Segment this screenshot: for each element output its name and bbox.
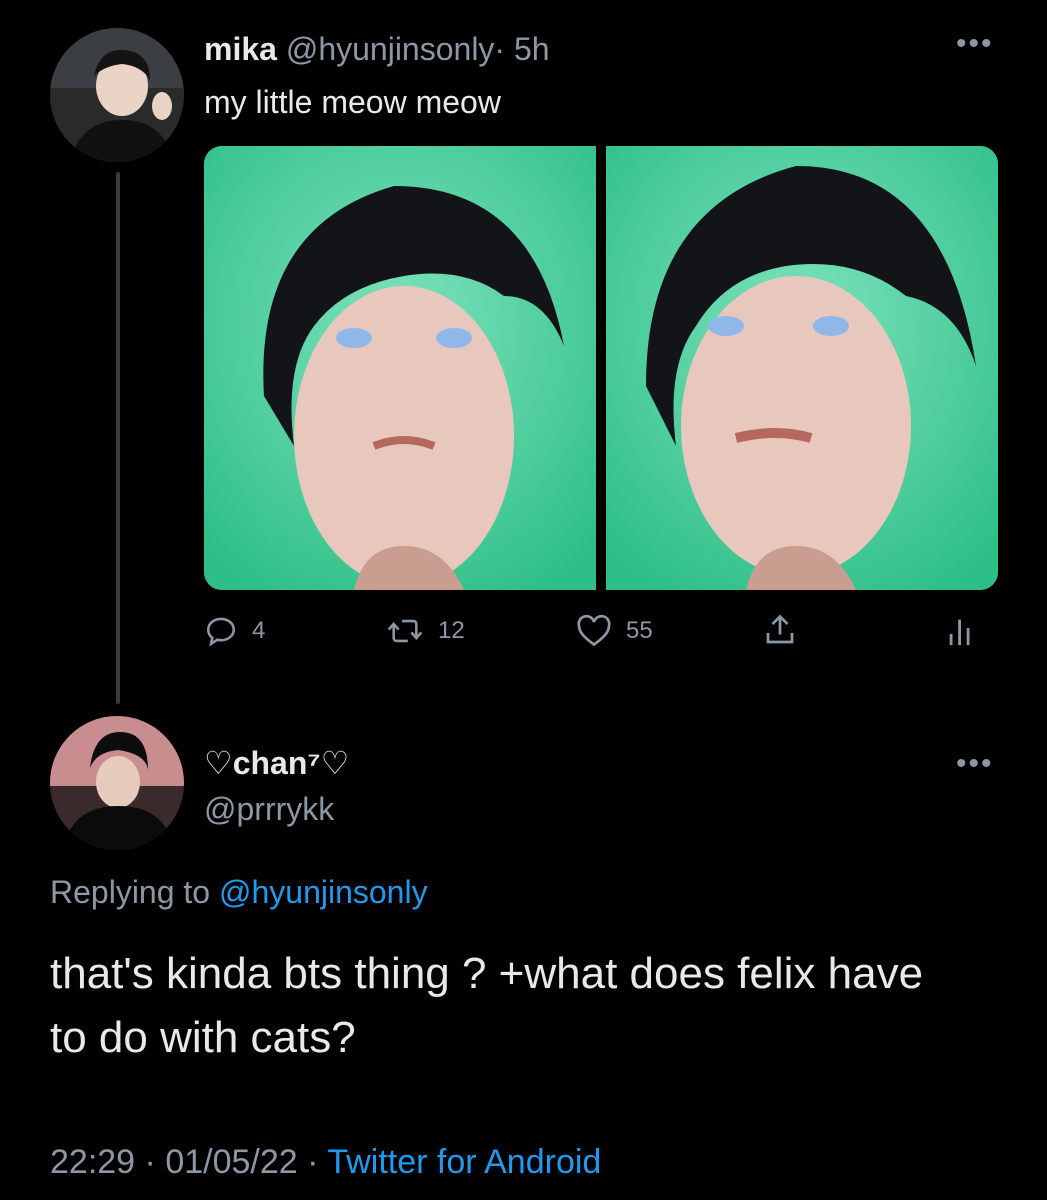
reply-icon (206, 617, 236, 647)
retweet-count: 12 (438, 617, 465, 644)
reply-user-handle[interactable]: @prrrykk (204, 790, 334, 828)
replying-to-line: Replying to @hyunjinsonly (50, 872, 428, 912)
face-photo-icon (606, 146, 998, 590)
header-separator: · (494, 31, 506, 67)
reply-meta: 22:29 · 01/05/22 · Twitter for Android (50, 1140, 601, 1184)
reply-count: 4 (252, 617, 266, 644)
user-handle[interactable]: @hyunjinsonly (286, 31, 495, 67)
avatar-mika[interactable] (50, 28, 184, 162)
face-photo-icon (204, 146, 596, 590)
more-options-icon[interactable]: ••• (956, 29, 994, 59)
analytics-icon (949, 619, 970, 646)
tweet-text: my little meow meow (204, 84, 501, 120)
share-icon (766, 614, 794, 644)
tweet-action-bar: 4 12 55 (204, 612, 994, 656)
user-photo-icon (50, 28, 184, 162)
retweet-icon (387, 619, 423, 643)
thread-connector-line (116, 172, 120, 704)
reply-text: that's kinda bts thing ? +what does feli… (50, 949, 924, 1062)
replying-to-handle-link[interactable]: @hyunjinsonly (219, 874, 428, 910)
analytics-button[interactable] (946, 614, 976, 648)
reply-time[interactable]: 22:29 (50, 1143, 135, 1181)
user-photo-icon (50, 716, 184, 850)
share-button[interactable] (762, 612, 798, 648)
retweet-button[interactable]: 12 (386, 614, 465, 648)
display-name[interactable]: mika (204, 31, 277, 67)
media-image-1[interactable] (204, 146, 596, 590)
avatar-chan[interactable] (50, 716, 184, 850)
meta-separator-2: · (307, 1143, 319, 1181)
reply-more-options-icon[interactable]: ••• (956, 749, 994, 779)
replying-to-label: Replying to (50, 874, 211, 910)
tweet-time[interactable]: 5h (514, 31, 550, 67)
reply-date[interactable]: 01/05/22 (165, 1143, 297, 1181)
meta-separator-1: · (144, 1143, 156, 1181)
tweet-header: mika @hyunjinsonly· 5h (204, 30, 550, 68)
reply-button[interactable]: 4 (204, 614, 265, 648)
like-count: 55 (626, 617, 653, 644)
media-image-2[interactable] (606, 146, 998, 590)
like-button[interactable]: 55 (576, 614, 653, 648)
heart-icon (577, 614, 611, 647)
tweet-source-link[interactable]: Twitter for Android (327, 1143, 601, 1181)
reply-display-name[interactable]: ♡chan⁷♡ (204, 744, 349, 782)
